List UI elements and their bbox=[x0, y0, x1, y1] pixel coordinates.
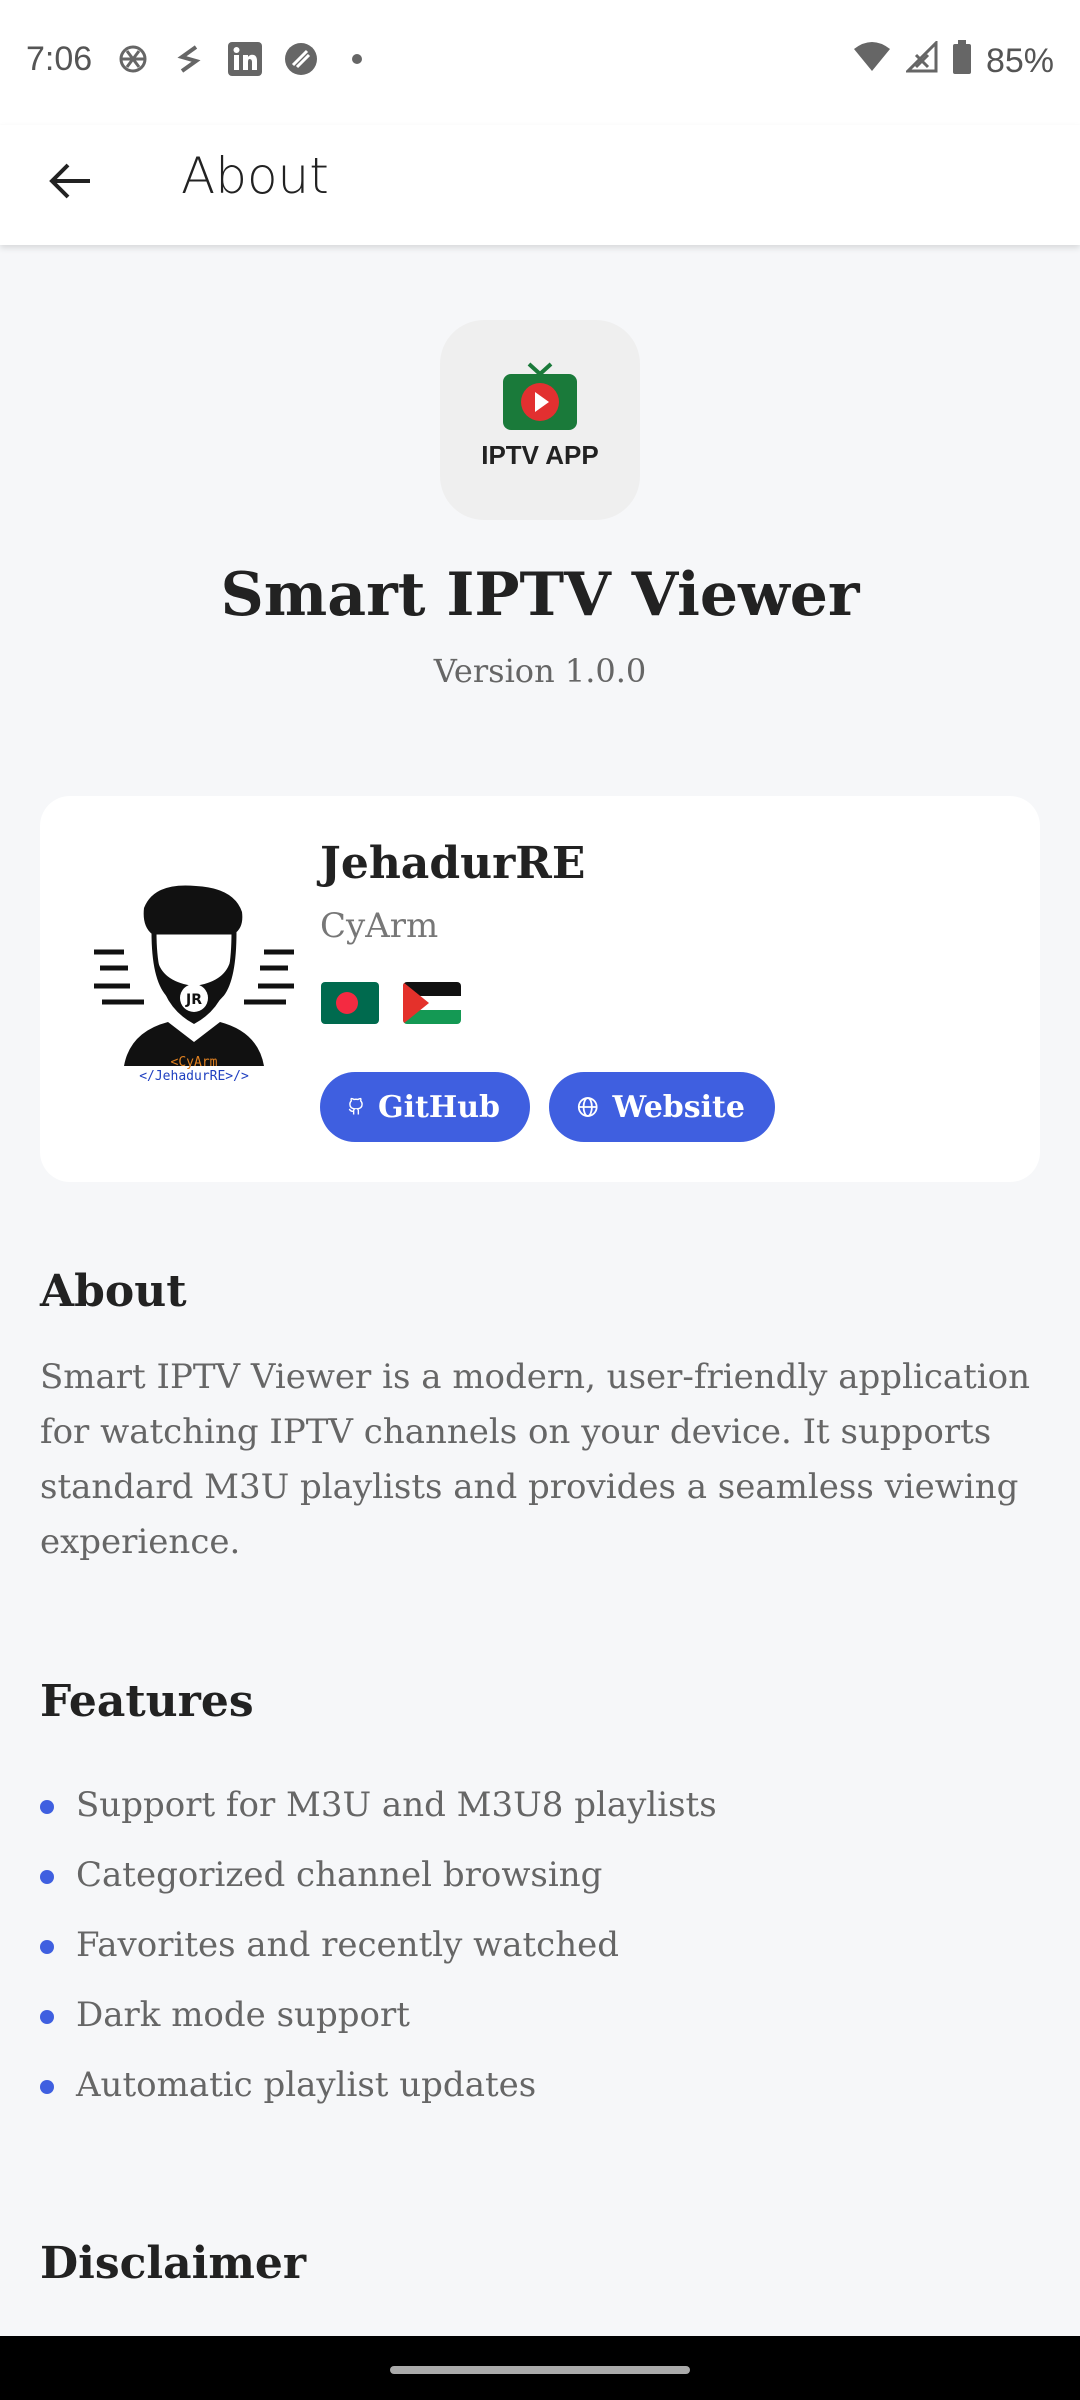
page-title: About bbox=[181, 147, 329, 205]
app-version: Version 1.0.0 bbox=[433, 652, 647, 690]
status-bar: 7:06 85% bbox=[0, 0, 1080, 125]
flags bbox=[321, 982, 461, 1024]
developer-avatar: JR <CyArm </JehadurRE>/> bbox=[94, 885, 294, 1082]
status-time: 7:06 bbox=[26, 40, 93, 78]
navigation-bar bbox=[0, 2336, 1080, 2400]
signal-icon bbox=[904, 39, 938, 82]
status-right: 85% bbox=[852, 39, 1054, 83]
github-icon bbox=[348, 1097, 363, 1115]
dot-icon bbox=[338, 40, 376, 78]
about-heading: About bbox=[40, 1266, 187, 1317]
github-label: GitHub bbox=[377, 1089, 500, 1125]
gesture-handle[interactable] bbox=[390, 2366, 690, 2374]
developer-name: JehadurRE bbox=[320, 838, 586, 889]
features-heading: Features bbox=[40, 1676, 254, 1727]
bangladesh-flag-icon bbox=[321, 982, 379, 1024]
battery-level: 85% bbox=[985, 42, 1054, 80]
app-name: Smart IPTV Viewer bbox=[220, 560, 860, 630]
avatar-text-bottom: </JehadurRE>/> bbox=[139, 1069, 249, 1082]
avatar-text-top: <CyArm bbox=[171, 1055, 218, 1070]
app-icon-label: IPTV APP bbox=[481, 440, 599, 470]
app-bar: About bbox=[0, 125, 1080, 245]
linkedin-icon bbox=[226, 40, 264, 78]
battery-icon bbox=[952, 40, 972, 83]
back-button[interactable] bbox=[40, 151, 100, 211]
wifi-icon bbox=[852, 41, 892, 82]
website-label: Website bbox=[612, 1089, 745, 1125]
stack-icon bbox=[170, 40, 208, 78]
notification-icons bbox=[114, 40, 376, 78]
feature-item: Categorized channel browsing bbox=[40, 1850, 1040, 1920]
openai-icon bbox=[114, 40, 152, 78]
features-list: Support for M3U and M3U8 playlists Categ… bbox=[40, 1780, 1040, 2130]
developer-org: CyArm bbox=[320, 906, 439, 946]
github-button[interactable]: GitHub bbox=[320, 1072, 530, 1142]
arrow-left-icon bbox=[49, 163, 90, 199]
disclaimer-heading: Disclaimer bbox=[40, 2238, 307, 2289]
palestine-flag-icon bbox=[403, 982, 461, 1024]
about-text: Smart IPTV Viewer is a modern, user-frie… bbox=[40, 1357, 1031, 1562]
developer-card: JR <CyArm </JehadurRE>/> JehadurRE CyArm… bbox=[40, 796, 1040, 1182]
website-button[interactable]: Website bbox=[549, 1072, 775, 1142]
globe-icon bbox=[577, 1097, 598, 1117]
tv-icon bbox=[503, 362, 577, 430]
app-logo: IPTV APP bbox=[440, 320, 640, 520]
feature-item: Support for M3U and M3U8 playlists bbox=[40, 1780, 1040, 1850]
chat-icon bbox=[282, 40, 320, 78]
svg-text:JR: JR bbox=[185, 992, 202, 1008]
feature-item: Favorites and recently watched bbox=[40, 1920, 1040, 1990]
feature-item: Automatic playlist updates bbox=[40, 2060, 1040, 2130]
feature-item: Dark mode support bbox=[40, 1990, 1040, 2060]
